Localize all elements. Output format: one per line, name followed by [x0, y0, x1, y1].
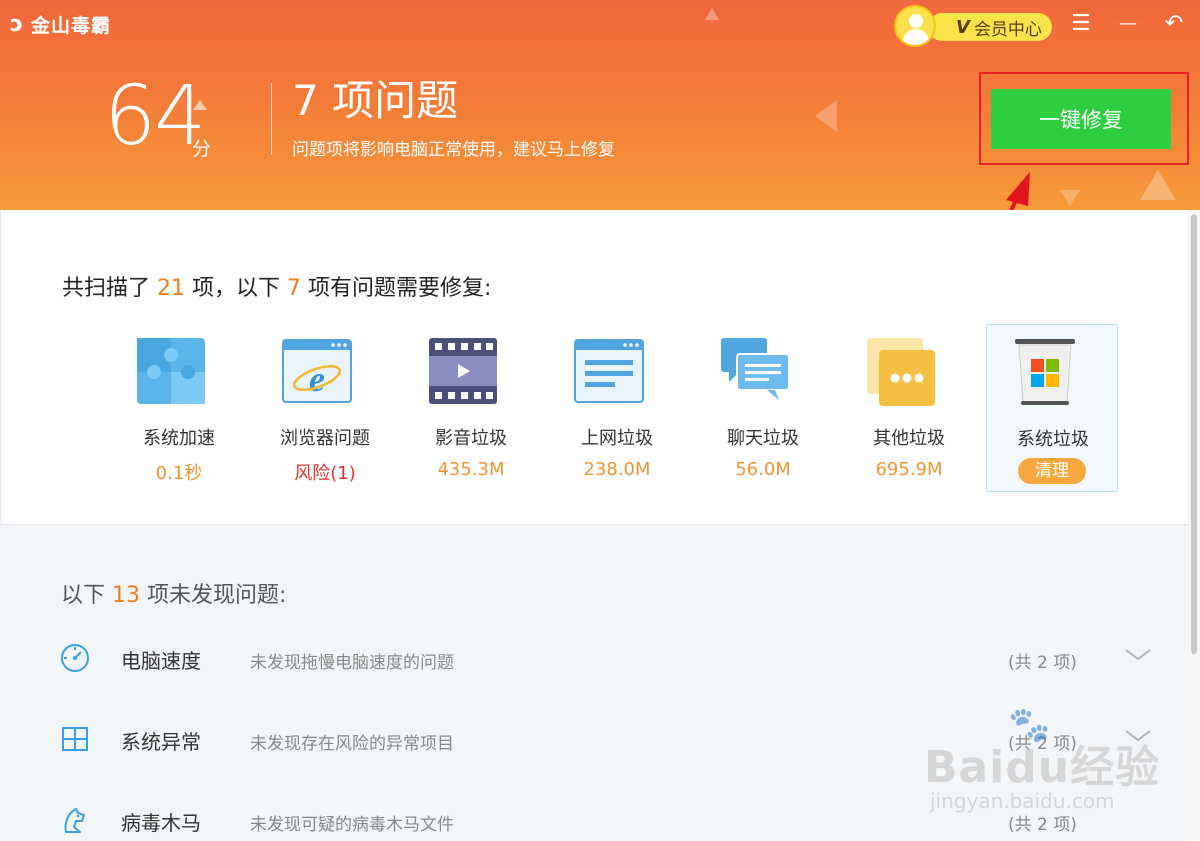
speedometer-icon [61, 644, 89, 672]
windows-logo-icon [62, 727, 88, 751]
divider [271, 83, 272, 155]
row-name: 病毒木马 [121, 811, 201, 835]
item-value: 435.3M [437, 459, 505, 480]
one-click-fix-button[interactable]: 一键修复 [991, 89, 1171, 149]
scan-issue-count: 7 [287, 276, 302, 301]
issue-subtitle: 问题项将影响电脑正常使用，建议马上修复 [292, 140, 615, 160]
item-label: 系统垃圾 [1017, 429, 1089, 450]
issue-title: 7 项问题 [292, 76, 459, 125]
fix-highlight-box: 一键修复 [979, 72, 1189, 165]
no-issue-count: 13 [112, 583, 141, 608]
item-label: 其他垃圾 [873, 428, 945, 449]
back-button[interactable]: ↶ [1160, 10, 1188, 38]
item-label: 影音垃圾 [435, 428, 507, 449]
puzzle-icon [137, 338, 205, 404]
row-desc: 未发现可疑的病毒木马文件 [250, 815, 454, 835]
watermark: 🐾 Baidu经验 jingyan.baidu.com [920, 705, 1180, 835]
no-issue-title-prefix: 以下 [61, 583, 106, 608]
issue-item-chat-junk[interactable]: 聊天垃圾 56.0M [697, 324, 829, 492]
issue-item-system-junk[interactable]: 系统垃圾 清理 [986, 324, 1118, 492]
ie-browser-icon: e [282, 339, 352, 403]
web-page-icon [574, 339, 644, 403]
watermark-sub: jingyan.baidu.com [930, 789, 1115, 813]
clean-button[interactable]: 清理 [1018, 458, 1086, 484]
chevron-down-icon[interactable] [1124, 645, 1152, 665]
watermark-main: Baidu经验 [924, 742, 1161, 793]
app-name: 金山毒霸 [31, 14, 112, 37]
row-name: 系统异常 [121, 730, 201, 754]
chat-bubbles-icon [721, 338, 790, 400]
no-issue-title: 以下 13 项未发现问题: [61, 577, 286, 609]
item-value: 238.0M [583, 459, 651, 480]
folder-more-icon [867, 338, 935, 406]
scan-title-mid: 项，以下 [192, 276, 281, 301]
scan-results: 共扫描了 21 项，以下 7 项有问题需要修复: 系统加速 0.1秒 e 浏览器… [0, 210, 1189, 524]
item-value: 695.9M [875, 459, 943, 480]
issue-item-web-junk[interactable]: 上网垃圾 238.0M [551, 324, 683, 492]
decor-triangle [815, 100, 837, 132]
item-value: 0.1秒 [155, 463, 203, 484]
score-up-icon [193, 100, 207, 110]
row-desc: 未发现存在风险的异常项目 [250, 734, 454, 754]
horse-icon [64, 808, 85, 833]
vip-pill[interactable]: V 会员中心 [928, 13, 1052, 41]
health-score: 64 [104, 69, 206, 164]
row-count: (共 2 项) [1008, 653, 1077, 673]
row-name: 电脑速度 [121, 649, 201, 673]
score-unit: 分 [192, 138, 212, 160]
scrollbar[interactable] [1188, 210, 1200, 840]
app-logo: ↄ 金山毒霸 [10, 10, 111, 38]
issue-item-system-speed[interactable]: 系统加速 0.1秒 [113, 324, 245, 492]
minimize-button[interactable]: — [1114, 10, 1142, 38]
logo-icon: ↄ [10, 11, 24, 37]
film-icon [429, 338, 497, 404]
decor-triangle [705, 8, 719, 20]
item-label: 浏览器问题 [280, 428, 370, 449]
vip-label: 会员中心 [973, 19, 1042, 40]
list-item-pc-speed[interactable]: 电脑速度 未发现拖慢电脑速度的问题 (共 2 项) [0, 639, 1188, 679]
issue-item-other-junk[interactable]: 其他垃圾 695.9M [843, 324, 975, 492]
vip-badge-icon: V [956, 16, 970, 38]
issue-items: 系统加速 0.1秒 e 浏览器问题 风险(1) 影音垃圾 435.3M 上网垃圾… [113, 324, 1123, 494]
menu-icon[interactable]: ☰ [1067, 10, 1095, 38]
item-label: 聊天垃圾 [727, 428, 799, 449]
item-label: 上网垃圾 [581, 428, 653, 449]
no-issue-title-suffix: 项未发现问题: [147, 583, 287, 608]
svg-text:e: e [309, 359, 325, 399]
windows-trash-icon [1015, 339, 1075, 405]
scan-title-prefix: 共扫描了 [62, 276, 151, 301]
scan-title: 共扫描了 21 项，以下 7 项有问题需要修复: [62, 270, 491, 302]
item-value: 56.0M [735, 459, 791, 480]
issue-item-browser[interactable]: e 浏览器问题 风险(1) [259, 324, 391, 492]
scan-total: 21 [157, 276, 186, 301]
item-value: 风险(1) [294, 463, 356, 484]
scan-title-suffix: 项有问题需要修复: [308, 276, 492, 301]
scrollbar-thumb[interactable] [1191, 214, 1197, 654]
item-label: 系统加速 [143, 428, 215, 449]
issue-item-media-junk[interactable]: 影音垃圾 435.3M [405, 324, 537, 492]
row-desc: 未发现拖慢电脑速度的问题 [250, 653, 454, 673]
decor-triangle [1140, 170, 1176, 200]
decor-triangle [1060, 190, 1080, 206]
vip-center-button[interactable]: V 会员中心 [894, 5, 1056, 47]
avatar[interactable] [894, 5, 936, 47]
